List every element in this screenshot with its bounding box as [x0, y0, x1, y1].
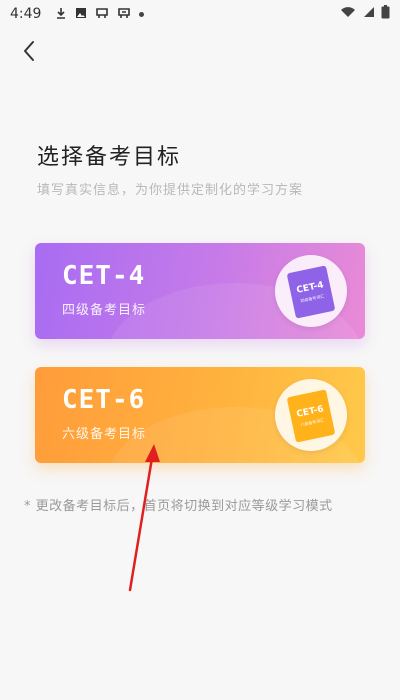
status-bar: 4:49: [0, 0, 400, 28]
book-icon: CET-6 六级备考词汇: [286, 389, 336, 443]
cet6-card[interactable]: CET-6 六级备考目标 CET-6 六级备考词汇: [35, 367, 365, 463]
signal-icon: [362, 6, 375, 22]
notification-dot-icon: [139, 11, 145, 17]
book-badge: CET-6 六级备考词汇: [275, 379, 347, 451]
download-icon: [55, 7, 67, 22]
battery-icon: [381, 5, 390, 23]
status-icons-left: [55, 7, 145, 22]
page-subtitle: 填写真实信息，为你提供定制化的学习方案: [37, 183, 304, 198]
page-title: 选择备考目标: [37, 145, 182, 170]
status-time: 4:49: [10, 6, 42, 22]
book-icon: CET-4 四级备考词汇: [286, 265, 336, 319]
card-subtitle: 六级备考目标: [62, 427, 147, 442]
app-icon-1: [95, 7, 109, 22]
card-subtitle: 四级备考目标: [62, 303, 147, 318]
wifi-icon: [340, 6, 356, 22]
photo-icon: [75, 7, 87, 22]
annotation-arrow-icon: [128, 444, 160, 592]
book-badge: CET-4 四级备考词汇: [275, 255, 347, 327]
status-icons-right: [340, 5, 390, 23]
chevron-left-icon: [24, 41, 34, 61]
book-sublabel: 四级备考词汇: [299, 292, 325, 303]
back-button[interactable]: [14, 36, 44, 66]
footer-note: * 更改备考目标后，首页将切换到对应等级学习模式: [24, 499, 333, 514]
app-icon-2: [117, 7, 131, 22]
book-sublabel: 六级备考词汇: [299, 416, 325, 427]
screen: 4:49 选择备考目标 填写真实信息，为你提供定制化的学习方案 CET-4 四级…: [0, 0, 400, 700]
card-title: CET-4: [62, 261, 146, 291]
card-title: CET-6: [62, 385, 146, 415]
cet4-card[interactable]: CET-4 四级备考目标 CET-4 四级备考词汇: [35, 243, 365, 339]
